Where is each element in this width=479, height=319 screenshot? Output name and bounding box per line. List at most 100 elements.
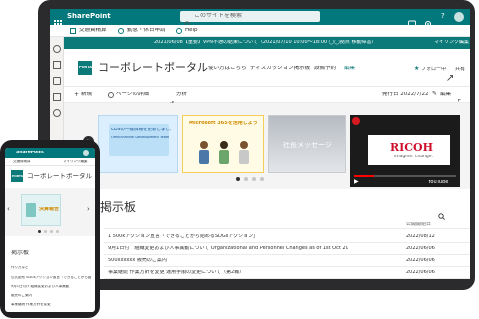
person-illustration — [237, 140, 251, 168]
carousel-dot-active[interactable] — [38, 230, 41, 233]
gear-icon — [426, 40, 432, 55]
video-progress[interactable] — [354, 175, 456, 177]
news-row[interactable]: 1 500kアクション宣言「できることから始めるSDGsアクション」 2022/… — [104, 232, 470, 243]
site-logo[interactable]: PORTAL — [78, 61, 94, 75]
site-title[interactable]: コーポレートポータル — [98, 62, 208, 73]
star-icon[interactable]: ★ — [414, 66, 419, 72]
phone-my-links-edit[interactable]: マイリンク編集 — [63, 160, 88, 164]
phone-news-row[interactable]: 事業継続 作業方針を変更 — [11, 303, 91, 307]
ricoh-tagline: imagine. change. — [394, 155, 433, 159]
nav-link-edit[interactable]: 編集 — [344, 66, 355, 72]
globe-icon[interactable] — [53, 45, 61, 53]
news-row[interactable]: 500xxxxxx 販売のご案内 2022/06/06 — [104, 256, 470, 267]
gear-icon — [108, 92, 114, 98]
search-icon[interactable] — [438, 205, 445, 220]
search-input[interactable]: このサイトを検索 — [194, 13, 242, 19]
avatar[interactable] — [83, 150, 89, 156]
suite-bar: SharePoint このサイトを検索 ? — [50, 9, 470, 28]
carousel-dot[interactable] — [252, 177, 256, 181]
chevron-left-icon[interactable]: ‹ — [7, 206, 10, 213]
share-button[interactable]: 共有 — [455, 67, 465, 72]
carousel-dot[interactable] — [260, 177, 264, 181]
suite-name: SharePoint — [67, 13, 111, 20]
site-header: PORTAL コーポレートポータル 使い方はこちら ディスカッション掲示板 設備… — [64, 49, 470, 87]
nav-link-discussion[interactable]: ディスカッション掲示板 — [250, 66, 310, 72]
hero-card-cds[interactable]: CDSの一般情報を更新しました Omnichannel Development … — [98, 115, 178, 173]
edit-icon: ✎ — [432, 91, 438, 97]
phone-news-title: 掲示板 — [11, 250, 30, 256]
command-bar: + 新規 ページの詳細 分析 発行日 2022/7/22 ✎ 編集 — [64, 87, 470, 107]
toolbar-link-help[interactable]: Help — [185, 28, 198, 34]
hero-card-m365[interactable]: Microsoft 365を活用しよう — [182, 115, 264, 173]
attendance-icon — [118, 28, 124, 34]
toolbar-link-attendance[interactable]: 勤怠・休日申請 — [127, 28, 166, 34]
phone-news-row[interactable]: 公式配布 SDGsアクション宣言「できることから始める」 — [11, 276, 91, 280]
search-icon — [184, 13, 191, 28]
phone-site-logo[interactable]: PORTAL — [11, 170, 25, 182]
ricoh-logo: RICOH — [390, 142, 434, 153]
plus-icon: + — [74, 92, 80, 98]
play-icon[interactable]: ▶ — [354, 179, 359, 185]
expense-icon — [70, 28, 76, 34]
follow-button[interactable]: フォロー中 — [421, 67, 446, 72]
phone-suite-bar: SharePoint — [5, 148, 95, 165]
page-details-button[interactable]: ページの詳細 — [116, 92, 149, 98]
carousel-dot-active[interactable] — [236, 177, 240, 181]
files-icon[interactable] — [53, 93, 61, 101]
published-date: 発行日 2022/7/22 — [382, 92, 429, 97]
news-title: 掲示板 — [100, 201, 137, 213]
news-section: 掲示板 公開開始日 1 500kアクション宣言「できることから始めるSDGsアク… — [64, 197, 470, 279]
president-card-title: 社長メッセージ — [283, 142, 332, 149]
news-row[interactable]: 9月1日付 組織変更および人事異動について Organizational and… — [104, 244, 470, 255]
settings-icon[interactable] — [424, 13, 432, 28]
phone-toolbar-link-expense[interactable]: 交通費精算 — [13, 160, 31, 164]
hero-card-president[interactable]: 社長メッセージ — [268, 115, 346, 173]
phone-suite-name: SharePoint — [16, 151, 45, 155]
phone-news-row[interactable]: 作り方など — [11, 266, 91, 270]
help-icon[interactable]: ? — [441, 13, 445, 20]
cds-card-subtitle: Omnichannel Development Team — [111, 136, 170, 139]
phone-news-row[interactable]: 9月1日付け 組織変更および人事異動 — [11, 285, 91, 289]
hero-carousel: ‹ CDSの一般情報を更新しました Omnichannel Developmen… — [64, 103, 470, 189]
phone-news-row[interactable]: 販売のご案内 — [11, 294, 91, 298]
chat-icon[interactable] — [408, 13, 416, 28]
news-icon[interactable] — [53, 77, 61, 85]
search-box[interactable]: このサイトを検索 — [180, 11, 320, 28]
news-row-date: 2022/06/06 — [406, 258, 435, 263]
news-row-title: 1 500kアクション宣言「できることから始めるSDGsアクション」 — [108, 234, 259, 239]
create-icon[interactable] — [53, 109, 61, 117]
chevron-right-icon[interactable]: › — [87, 206, 90, 213]
new-button[interactable]: 新規 — [81, 92, 92, 98]
nav-link-howto[interactable]: 使い方はこちら — [208, 66, 247, 72]
news-row-date: 2022/06/06 — [406, 246, 435, 251]
carousel-dot[interactable] — [50, 230, 53, 233]
banner-text[interactable]: 2021/06/08【重要】VPN不通の結束について（2021/07/10 10… — [154, 40, 394, 45]
video-player[interactable]: RICOH imagine. change. ▶ YouTube — [350, 115, 460, 187]
phone-hero-card[interactable]: 決算報告 — [21, 194, 61, 226]
app-launcher-icon[interactable] — [54, 13, 62, 28]
date-column-header[interactable]: 公開開始日 — [406, 222, 431, 227]
avatar[interactable] — [454, 12, 464, 22]
channel-avatar — [352, 117, 360, 125]
my-links-edit[interactable]: マイリンク編集 — [434, 40, 469, 45]
analytics-button[interactable]: 分析 — [176, 92, 187, 98]
carousel-dot[interactable] — [244, 177, 248, 181]
carousel-dot[interactable] — [56, 230, 59, 233]
nav-link-booking[interactable]: 設備予約 — [314, 66, 336, 72]
app-launcher-icon[interactable] — [8, 150, 14, 165]
phone-screen: SharePoint 交通費精算 マイリンク編集 PORTAL コーポレートポー… — [5, 148, 95, 312]
phone-card-title: 決算報告 — [39, 207, 60, 212]
sites-icon[interactable] — [53, 61, 61, 69]
edit-button[interactable]: 編集 — [440, 92, 451, 98]
person-illustration — [197, 140, 211, 168]
expand-icon[interactable] — [458, 91, 465, 106]
news-row[interactable]: 事業継続 作業方針を変更 運用手順の変更について（第2報） 2022/06/06 — [104, 268, 470, 279]
youtube-logo[interactable]: YouTube — [428, 180, 448, 185]
toolbar-link-expense[interactable]: 交通費精算 — [79, 28, 107, 34]
phone-site-title[interactable]: コーポレートポータル — [27, 173, 92, 180]
phone-toolbar: 交通費精算 マイリンク編集 — [5, 158, 95, 166]
share-icon — [447, 66, 453, 81]
carousel-dot[interactable] — [44, 230, 47, 233]
news-row-date: 2022/08/12 — [406, 234, 435, 239]
news-row-title: 9月1日付 組織変更および人事異動について Organizational and… — [108, 246, 348, 251]
